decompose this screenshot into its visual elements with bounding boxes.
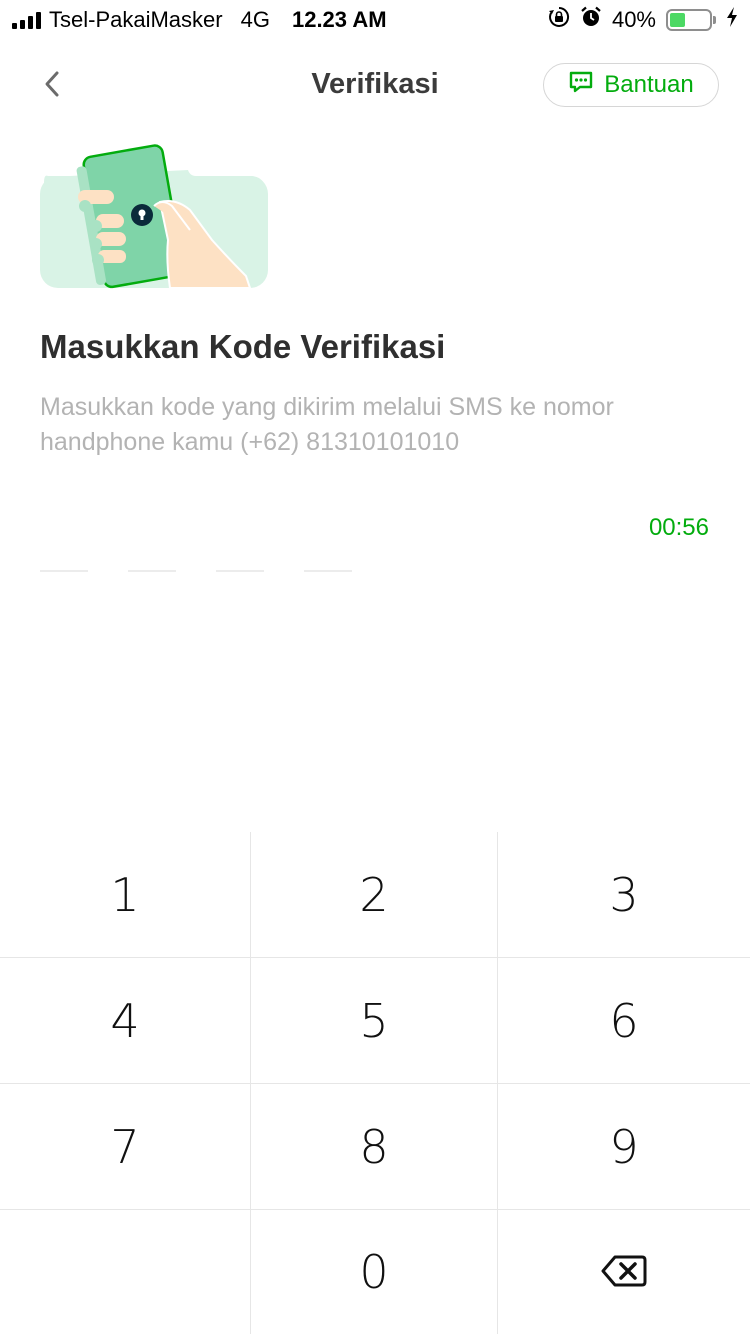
key-4[interactable]: 4 — [0, 958, 250, 1084]
key-7[interactable]: 7 — [0, 1084, 250, 1210]
key-9[interactable]: 9 — [498, 1084, 750, 1210]
verification-heading: Masukkan Kode Verifikasi — [40, 328, 446, 365]
countdown-timer: 00:56 — [648, 514, 709, 541]
numeric-keypad: 1 2 3 4 5 6 7 8 9 0 — [0, 832, 750, 1334]
key-empty — [0, 1210, 250, 1334]
signal-icon — [12, 11, 41, 29]
battery-icon — [666, 9, 716, 31]
orientation-lock-icon — [548, 6, 570, 34]
otp-digit-2[interactable] — [128, 542, 176, 572]
key-0[interactable]: 0 — [250, 1210, 498, 1334]
status-time: 12.23 AM — [291, 7, 387, 32]
otp-digit-3[interactable] — [216, 542, 264, 572]
help-button[interactable]: Bantuan — [543, 63, 719, 107]
backspace-key[interactable] — [498, 1210, 750, 1334]
back-button[interactable] — [32, 66, 72, 106]
key-2[interactable]: 2 — [250, 832, 498, 958]
key-3[interactable]: 3 — [498, 832, 750, 958]
network-type: 4G — [240, 7, 270, 32]
otp-input-group[interactable] — [40, 542, 352, 572]
key-8[interactable]: 8 — [250, 1084, 498, 1210]
alarm-icon — [580, 6, 602, 34]
chat-bubble-icon — [568, 70, 594, 101]
verification-description: Masukkan kode yang dikirim melalui SMS k… — [40, 393, 614, 456]
key-5[interactable]: 5 — [250, 958, 498, 1084]
battery-percent: 40% — [611, 7, 656, 32]
header: Verifikasi Bantuan — [0, 54, 750, 116]
backspace-icon — [601, 1245, 647, 1299]
help-button-label: Bantuan — [604, 71, 694, 98]
back-chevron-icon — [42, 69, 62, 104]
key-6[interactable]: 6 — [498, 958, 750, 1084]
key-1[interactable]: 1 — [0, 832, 250, 958]
charging-icon — [726, 6, 738, 34]
status-bar: Tsel-PakaiMasker 4G 12.23 AM 40% — [0, 0, 750, 40]
phone-verification-illustration — [40, 140, 270, 290]
carrier-name: Tsel-PakaiMasker — [49, 7, 223, 32]
otp-digit-4[interactable] — [304, 542, 352, 572]
otp-digit-1[interactable] — [40, 542, 88, 572]
